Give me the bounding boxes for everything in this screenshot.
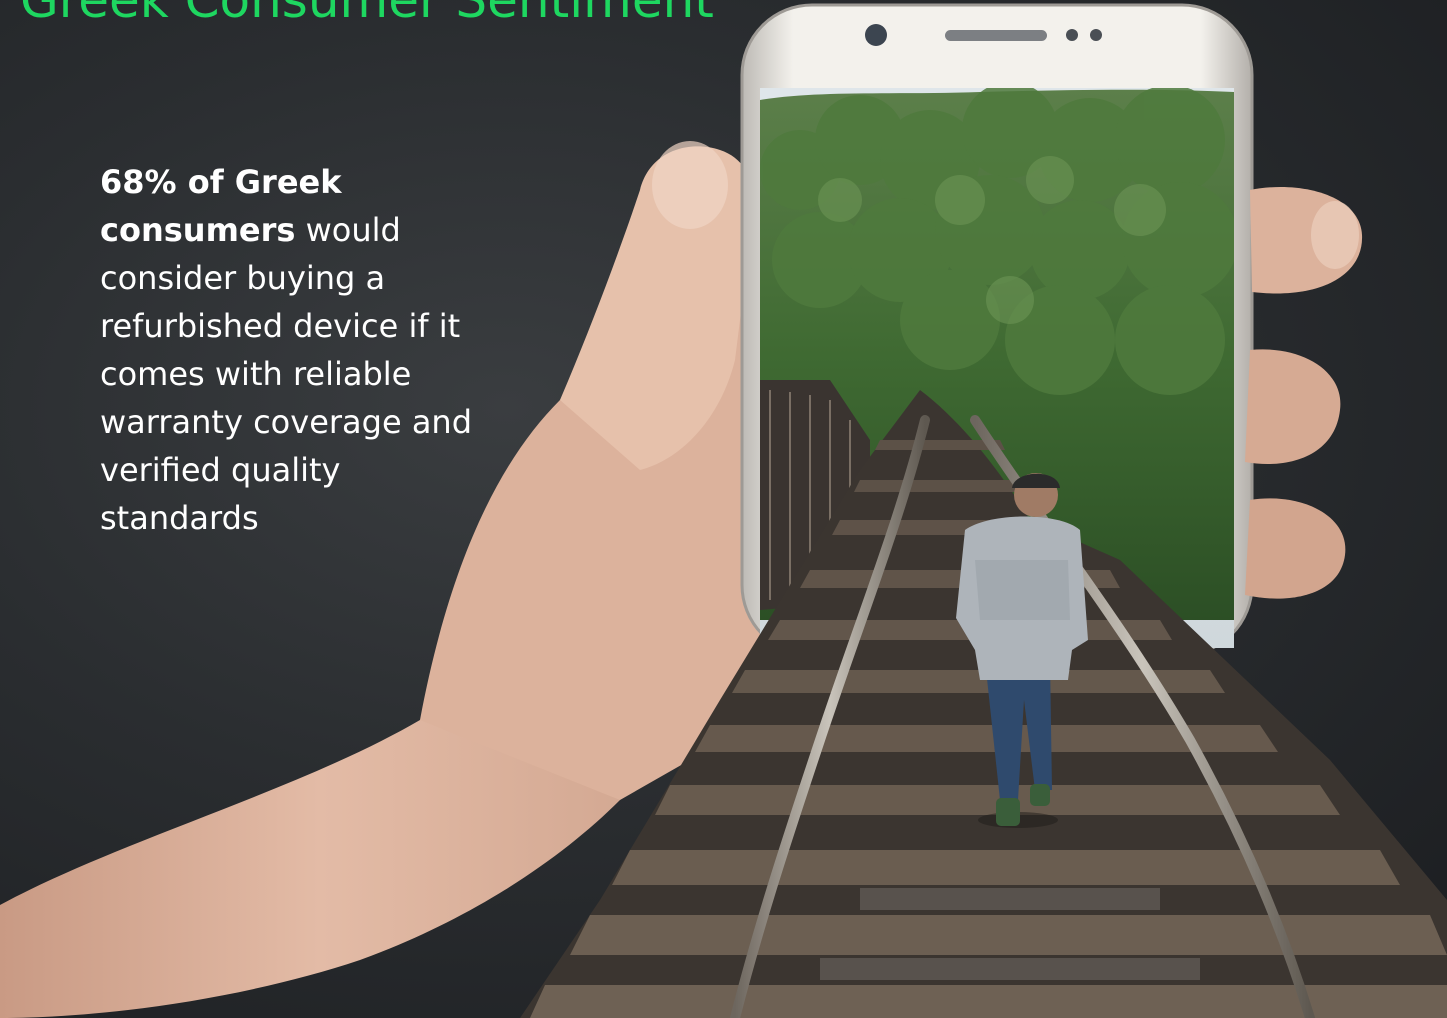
infographic-slide: Greek Consumer Sentiment 68% of Greek co… <box>0 0 1447 1018</box>
finger-ring <box>1245 498 1346 599</box>
statistic-paragraph: 68% of Greek consumers would consider bu… <box>100 158 500 542</box>
finger-middle <box>1245 349 1341 465</box>
page-title: Greek Consumer Sentiment <box>20 0 714 29</box>
statistic-body: would consider buying a refurbished devi… <box>100 211 473 537</box>
